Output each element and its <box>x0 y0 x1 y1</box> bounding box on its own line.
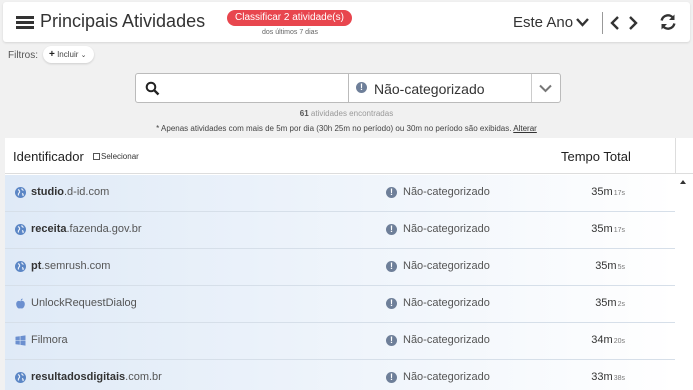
activities-table: Identificador Selecionar Tempo Total stu… <box>5 138 693 390</box>
apple-icon <box>16 298 25 309</box>
globe-icon <box>15 261 26 272</box>
classify-button[interactable]: Classificar 2 atividade(s) <box>227 10 352 26</box>
activity-total-time: 33m38s <box>591 371 625 383</box>
search-input[interactable] <box>168 78 343 98</box>
select-label: Selecionar <box>101 152 139 161</box>
table-body: studio.d-id.com ! Não-categorizado 35m17… <box>5 175 675 390</box>
list-icon <box>16 16 34 30</box>
activity-total-time: 35m5s <box>595 260 625 272</box>
info-icon: ! <box>386 187 397 198</box>
info-icon: ! <box>386 298 397 309</box>
divider <box>675 138 676 174</box>
info-icon: ! <box>386 335 397 346</box>
chevron-left-icon[interactable] <box>610 15 620 31</box>
info-icon: ! <box>386 261 397 272</box>
activity-category[interactable]: Não-categorizado <box>403 371 490 383</box>
chevron-down-icon[interactable] <box>576 17 589 27</box>
filters-label: Filtros: <box>8 50 38 61</box>
globe-icon <box>15 224 26 235</box>
activity-category[interactable]: Não-categorizado <box>403 334 490 346</box>
plus-icon: + <box>49 49 55 60</box>
info-icon: ! <box>386 224 397 235</box>
result-count-label: atividades encontradas <box>310 109 394 118</box>
select-all-checkbox[interactable]: Selecionar <box>93 152 139 161</box>
top-bar: Principais Atividades Classificar 2 ativ… <box>3 2 690 42</box>
table-header: Identificador Selecionar Tempo Total <box>5 138 693 174</box>
table-row[interactable]: pt.semrush.com ! Não-categorizado 35m5s <box>5 249 675 286</box>
result-count-number: 61 <box>299 109 309 118</box>
activity-name: resultadosdigitais.com.br <box>31 371 162 383</box>
page-title: Principais Atividades <box>40 11 206 31</box>
activity-total-time: 35m17s <box>591 223 625 235</box>
column-total-time[interactable]: Tempo Total <box>561 149 631 164</box>
activity-name: pt.semrush.com <box>31 260 111 272</box>
activity-total-time: 35m17s <box>591 186 625 198</box>
activity-category[interactable]: Não-categorizado <box>403 260 490 272</box>
table-row[interactable]: studio.d-id.com ! Não-categorizado 35m17… <box>5 175 675 212</box>
refresh-icon[interactable] <box>659 13 677 31</box>
activity-category[interactable]: Não-categorizado <box>403 186 490 198</box>
info-icon: ! <box>356 82 367 93</box>
checkbox-icon <box>93 153 100 160</box>
windows-icon <box>15 335 26 346</box>
scroll-up-arrow-icon[interactable] <box>680 180 686 184</box>
classify-subtitle: dos últimos 7 dias <box>261 29 319 36</box>
globe-icon <box>15 372 26 383</box>
result-count: 61 atividades encontradas <box>0 109 693 118</box>
divider <box>531 74 532 102</box>
search-icon <box>145 81 160 96</box>
table-row[interactable]: Filmora ! Não-categorizado 34m20s <box>5 323 675 360</box>
table-row[interactable]: UnlockRequestDialog ! Não-categorizado 3… <box>5 286 675 323</box>
search-box <box>135 73 349 103</box>
table-row[interactable]: receita.fazenda.gov.br ! Não-categorizad… <box>5 212 675 249</box>
category-select[interactable]: ! Não-categorizado <box>348 73 561 103</box>
chevron-right-icon[interactable] <box>628 15 638 31</box>
activity-name: studio.d-id.com <box>31 186 110 198</box>
activity-category[interactable]: Não-categorizado <box>403 297 490 309</box>
info-icon: ! <box>386 372 397 383</box>
include-label: Incluir <box>57 50 79 59</box>
include-filter-button[interactable]: + Incluir ⌄ <box>43 46 94 63</box>
chevron-down-icon: ⌄ <box>80 52 87 59</box>
threshold-note-text: * Apenas atividades com mais de 5m por d… <box>156 124 512 133</box>
category-select-value: Não-categorizado <box>374 81 485 97</box>
period-selector[interactable]: Este Ano <box>513 14 573 31</box>
column-identifier[interactable]: Identificador <box>13 149 84 164</box>
activity-name: receita.fazenda.gov.br <box>31 223 142 235</box>
table-row[interactable]: resultadosdigitais.com.br ! Não-categori… <box>5 360 675 390</box>
activity-name: UnlockRequestDialog <box>31 297 137 309</box>
divider <box>602 12 603 34</box>
activity-total-time: 35m2s <box>595 297 625 309</box>
chevron-down-icon[interactable] <box>539 84 552 93</box>
change-threshold-link[interactable]: Alterar <box>513 124 537 133</box>
globe-icon <box>15 187 26 198</box>
activity-name: Filmora <box>31 334 68 346</box>
activity-total-time: 34m20s <box>591 334 625 346</box>
threshold-note: * Apenas atividades com mais de 5m por d… <box>0 124 693 133</box>
activity-category[interactable]: Não-categorizado <box>403 223 490 235</box>
